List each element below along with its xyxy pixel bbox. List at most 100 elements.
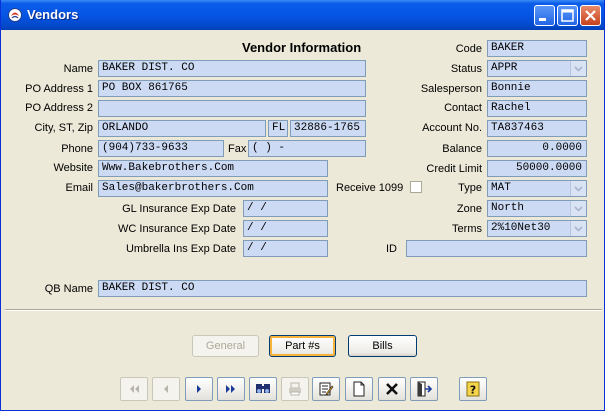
print-icon — [289, 382, 301, 396]
next-record-icon — [197, 385, 201, 393]
name-field[interactable]: BAKER DIST. CO — [98, 60, 366, 77]
divider — [5, 309, 602, 311]
status-dropdown-button[interactable] — [570, 61, 586, 76]
id-field[interactable] — [406, 240, 587, 257]
gl-insurance-label: GL Insurance Exp Date — [122, 203, 236, 215]
salesperson-field[interactable]: Bonnie — [487, 80, 587, 97]
vendors-window: Vendors Vendor Information Name PO Addre… — [0, 0, 605, 411]
terms-value: 2%10Net30 — [491, 222, 551, 234]
exit-icon — [417, 381, 432, 397]
chevron-down-icon — [574, 226, 583, 232]
zone-value: North — [491, 202, 525, 214]
last-record-button[interactable] — [217, 377, 245, 401]
close-icon — [585, 10, 596, 21]
zone-dropdown-button[interactable] — [570, 201, 586, 216]
help-button[interactable]: ? — [459, 377, 487, 401]
part-numbers-button[interactable]: Part #s — [269, 335, 336, 357]
phone-label: Phone — [61, 143, 93, 155]
bills-button[interactable]: Bills — [348, 335, 417, 357]
type-select[interactable]: MAT — [487, 180, 587, 197]
qb-name-label: QB Name — [44, 283, 93, 295]
contact-label: Contact — [444, 102, 482, 114]
svg-text:?: ? — [470, 384, 476, 397]
first-record-icon — [130, 385, 139, 393]
po-address1-field[interactable]: PO BOX 861765 — [98, 80, 366, 97]
website-label: Website — [53, 162, 93, 174]
account-no-field[interactable]: TA837463 — [487, 120, 587, 137]
umbrella-field[interactable]: / / — [243, 240, 328, 257]
receive-1099-label: Receive 1099 — [336, 182, 404, 194]
find-button[interactable] — [249, 377, 277, 401]
credit-limit-field[interactable]: 50000.0000 — [487, 160, 587, 177]
minimize-button[interactable] — [534, 5, 555, 26]
contact-field[interactable]: Rachel — [487, 100, 587, 117]
code-field[interactable]: BAKER — [487, 40, 587, 57]
chevron-down-icon — [574, 206, 583, 212]
print-button[interactable] — [281, 377, 309, 401]
po-address2-field[interactable] — [98, 100, 366, 117]
new-record-button[interactable] — [345, 377, 373, 401]
fax-field[interactable]: ( ) - — [248, 140, 366, 157]
vendor-information-heading: Vendor Information — [242, 40, 362, 55]
help-icon: ? — [466, 381, 480, 397]
salesperson-label: Salesperson — [420, 83, 482, 95]
maximize-icon — [561, 9, 574, 22]
terms-select[interactable]: 2%10Net30 — [487, 220, 587, 237]
edit-button[interactable] — [312, 377, 340, 401]
last-record-icon — [226, 385, 235, 393]
chevron-down-icon — [574, 186, 583, 192]
status-value: APPR — [491, 62, 518, 74]
exit-button[interactable] — [410, 377, 438, 401]
maximize-button[interactable] — [557, 5, 578, 26]
minimize-icon — [539, 18, 546, 21]
qb-name-field[interactable]: BAKER DIST. CO — [98, 280, 587, 297]
edit-icon — [319, 382, 334, 396]
terms-dropdown-button[interactable] — [570, 221, 586, 236]
close-button[interactable] — [580, 5, 601, 26]
zip-field[interactable]: 32886-1765 — [290, 120, 366, 137]
app-icon — [8, 8, 22, 22]
status-select[interactable]: APPR — [487, 60, 587, 77]
delete-icon — [386, 383, 398, 395]
state-field[interactable]: FL — [268, 120, 288, 137]
email-label: Email — [65, 182, 93, 194]
email-field[interactable]: Sales@bakerbrothers.Com — [98, 180, 328, 197]
wc-insurance-field[interactable]: / / — [243, 220, 328, 237]
window-title: Vendors — [27, 7, 79, 22]
type-value: MAT — [491, 182, 511, 194]
umbrella-label: Umbrella Ins Exp Date — [125, 243, 236, 255]
general-button[interactable]: General — [192, 335, 259, 357]
po-address2-label: PO Address 2 — [25, 102, 93, 114]
fax-label: Fax — [228, 143, 247, 155]
balance-field[interactable]: 0.0000 — [487, 140, 587, 157]
po-address1-label: PO Address 1 — [25, 83, 93, 95]
previous-record-button[interactable] — [152, 377, 180, 401]
receive-1099-checkbox[interactable] — [410, 181, 422, 193]
next-record-button[interactable] — [185, 377, 213, 401]
city-field[interactable]: ORLANDO — [98, 120, 266, 137]
gl-insurance-field[interactable]: / / — [243, 200, 328, 217]
terms-label: Terms — [452, 223, 482, 235]
find-icon — [256, 384, 270, 393]
phone-field[interactable]: (904)733-9633 — [98, 140, 224, 157]
name-label: Name — [63, 63, 93, 75]
account-no-label: Account No. — [422, 122, 482, 134]
zone-select[interactable]: North — [487, 200, 587, 217]
type-dropdown-button[interactable] — [570, 181, 586, 196]
credit-limit-label: Credit Limit — [426, 163, 482, 175]
new-record-icon — [353, 381, 365, 397]
city-state-zip-label: City, ST, Zip — [34, 122, 93, 134]
chevron-down-icon — [574, 66, 583, 72]
zone-label: Zone — [456, 203, 482, 215]
previous-record-icon — [164, 385, 168, 393]
wc-insurance-label: WC Insurance Exp Date — [118, 223, 236, 235]
type-label: Type — [458, 182, 482, 194]
id-label: ID — [386, 243, 397, 255]
code-label: Code — [455, 43, 482, 55]
website-field[interactable]: Www.Bakebrothers.Com — [98, 160, 328, 177]
title-bar[interactable]: Vendors — [1, 0, 604, 30]
delete-button[interactable] — [378, 377, 406, 401]
status-label: Status — [450, 63, 482, 75]
first-record-button[interactable] — [120, 377, 148, 401]
balance-label: Balance — [442, 143, 482, 155]
